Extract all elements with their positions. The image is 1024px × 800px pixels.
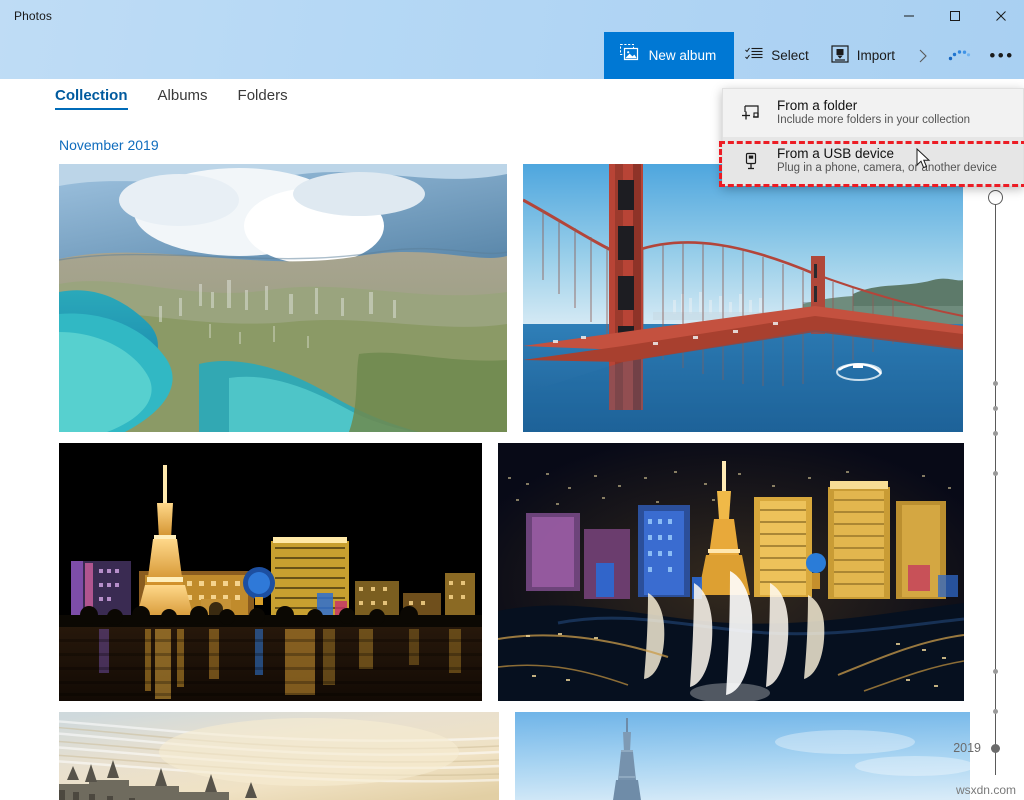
photo-las-vegas-paris-night[interactable] bbox=[59, 443, 482, 701]
new-album-icon bbox=[619, 44, 640, 67]
tab-collection-label: Collection bbox=[55, 87, 128, 104]
timeline-tick-dot[interactable] bbox=[993, 709, 998, 714]
timeline-tick-dot[interactable] bbox=[993, 406, 998, 411]
photo-grid-row bbox=[59, 164, 970, 432]
import-dropdown-menu: From a folder Include more folders in yo… bbox=[722, 88, 1024, 186]
select-checklist-icon bbox=[745, 46, 763, 65]
import-label: Import bbox=[856, 48, 895, 63]
tab-albums-label: Albums bbox=[157, 87, 208, 104]
tab-albums[interactable]: Albums bbox=[158, 87, 208, 110]
window-controls bbox=[886, 0, 1024, 32]
more-ellipsis-icon[interactable]: ••• bbox=[980, 32, 1024, 79]
photo-golden-gate-bridge[interactable] bbox=[523, 164, 963, 432]
photo-collection-area: November 2019 2019 bbox=[0, 121, 1024, 800]
chevron-right-icon[interactable] bbox=[906, 32, 940, 79]
mouse-cursor bbox=[916, 147, 932, 175]
photo-aerial-coastal-city[interactable] bbox=[59, 164, 507, 432]
photo-las-vegas-strip-fountains[interactable] bbox=[498, 443, 964, 701]
timeline-year-label: 2019 bbox=[953, 741, 981, 755]
timeline-tick-dot[interactable] bbox=[993, 381, 998, 386]
timeline-tick-dot[interactable] bbox=[993, 471, 998, 476]
timeline-track bbox=[995, 195, 996, 775]
timeline-tick-dot[interactable] bbox=[993, 669, 998, 674]
photo-grid-row bbox=[59, 712, 970, 800]
menu-item-subtitle: Include more folders in your collection bbox=[777, 114, 971, 126]
photo-grid-row bbox=[59, 443, 970, 701]
menu-item-title: From a folder bbox=[777, 98, 858, 113]
more-label: ••• bbox=[989, 45, 1015, 65]
minimize-button[interactable] bbox=[886, 0, 932, 32]
close-button[interactable] bbox=[978, 0, 1024, 32]
usb-device-icon bbox=[741, 146, 763, 175]
photo-building-cloudy-sky[interactable] bbox=[59, 712, 499, 800]
photo-eiffel-tower-blue-sky[interactable] bbox=[515, 712, 970, 800]
menu-item-subtitle: Plug in a phone, camera, or another devi… bbox=[777, 162, 997, 174]
menu-item-from-a-usb-device[interactable]: From a USB device Plug in a phone, camer… bbox=[723, 137, 1023, 185]
app-title: Photos bbox=[14, 9, 52, 23]
loading-spinner-icon bbox=[940, 32, 980, 79]
tab-collection[interactable]: Collection bbox=[55, 87, 128, 110]
add-folder-icon bbox=[741, 98, 763, 127]
photos-app-window: Photos New album Select Import ••• Colle… bbox=[0, 0, 1024, 800]
timeline-handle[interactable] bbox=[988, 190, 1003, 205]
timeline-scrollbar[interactable]: 2019 bbox=[953, 181, 1009, 781]
import-download-icon bbox=[831, 45, 849, 66]
app-header: Photos New album Select Import ••• bbox=[0, 0, 1024, 79]
import-button[interactable]: Import bbox=[820, 32, 906, 79]
new-album-button[interactable]: New album bbox=[603, 32, 735, 79]
select-label: Select bbox=[771, 48, 809, 63]
timeline-tick-dot[interactable] bbox=[993, 431, 998, 436]
tab-folders-label: Folders bbox=[237, 87, 288, 104]
maximize-button[interactable] bbox=[932, 0, 978, 32]
watermark: wsxdn.com bbox=[955, 783, 1016, 797]
tab-folders[interactable]: Folders bbox=[238, 87, 288, 110]
command-bar: New album Select Import ••• bbox=[0, 32, 1024, 79]
photo-grid bbox=[59, 164, 970, 800]
menu-item-from-a-folder[interactable]: From a folder Include more folders in yo… bbox=[723, 89, 1023, 137]
new-album-label: New album bbox=[648, 48, 717, 63]
title-bar[interactable]: Photos bbox=[0, 0, 1024, 32]
timeline-year-dot[interactable] bbox=[991, 744, 1000, 753]
menu-item-title: From a USB device bbox=[777, 146, 895, 161]
month-heading[interactable]: November 2019 bbox=[59, 137, 159, 153]
select-button[interactable]: Select bbox=[734, 32, 820, 79]
